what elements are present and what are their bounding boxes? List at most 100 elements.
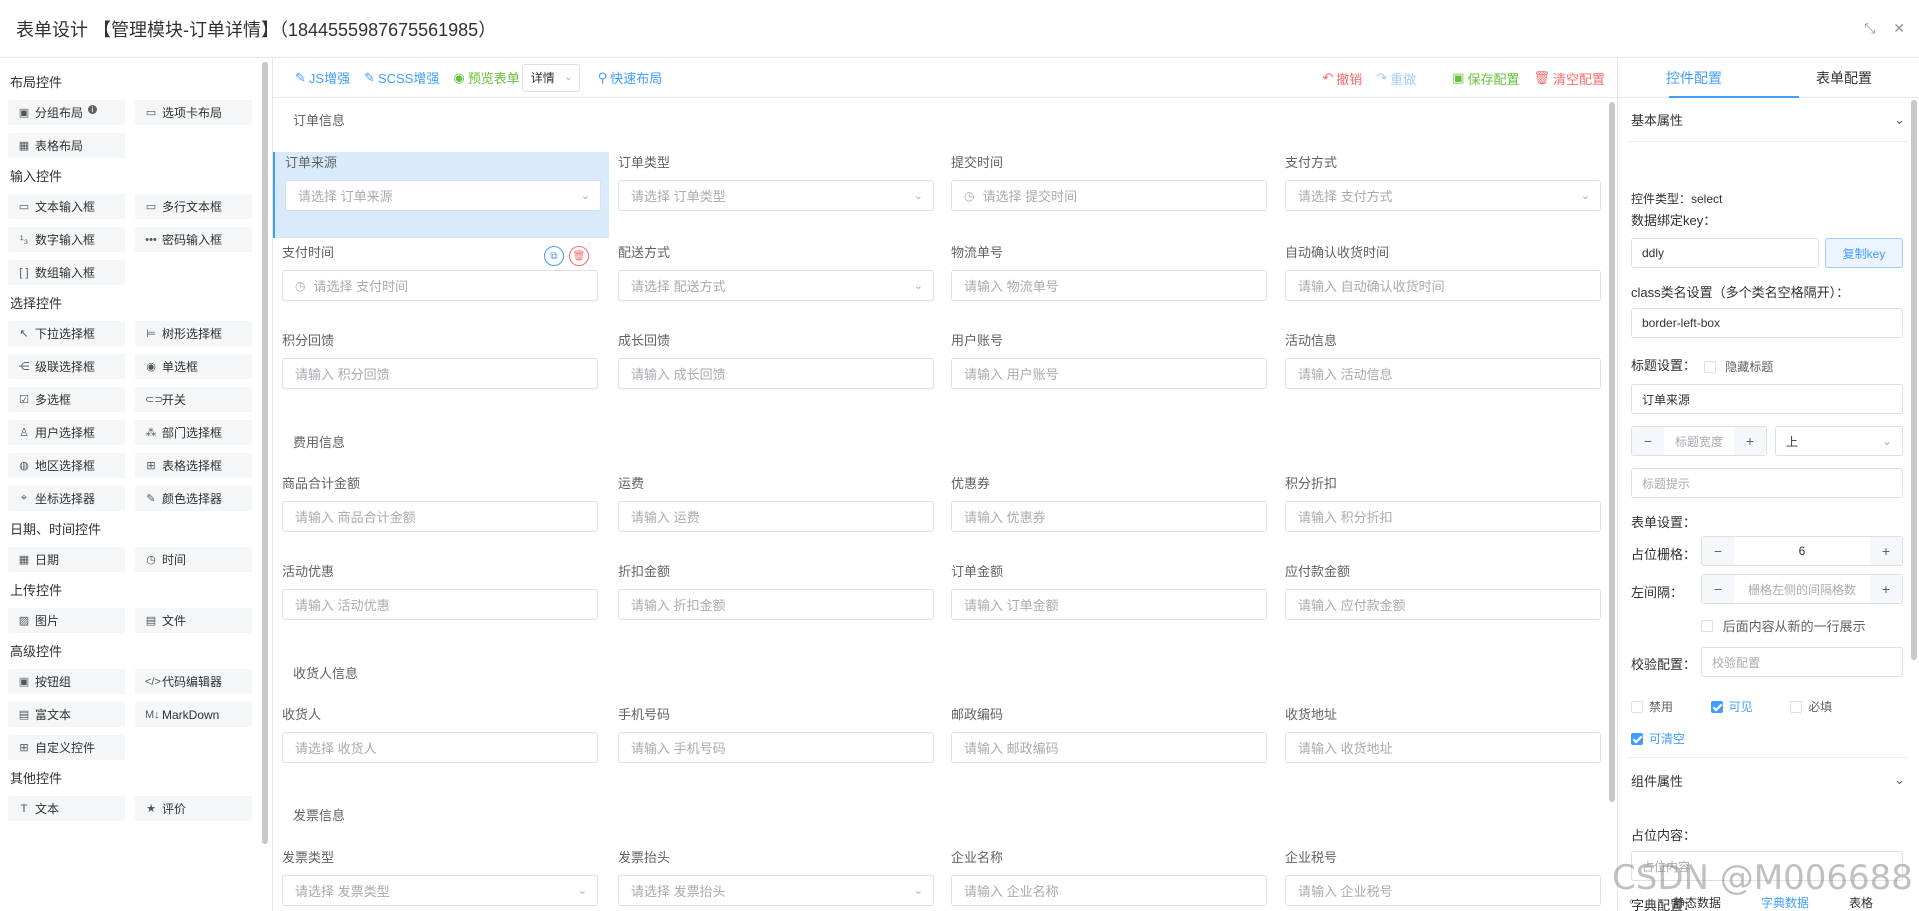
activity-info-input[interactable]: 请输入 活动信息 [1285, 358, 1601, 389]
palette-item-time[interactable]: ◷ 时间 [135, 547, 252, 572]
palette-item-rate[interactable]: ★ 评价 [135, 796, 252, 821]
palette-item-group-layout[interactable]: ▣ 分组布局 i [8, 100, 125, 125]
phone-input[interactable]: 请输入 手机号码 [618, 732, 934, 763]
scss-enhance-button[interactable]: ✎ SCSS增强 [364, 68, 439, 87]
tab-form-config[interactable]: 表单配置 [1769, 58, 1919, 97]
close-icon[interactable]: ✕ [1893, 20, 1905, 37]
palette-item-textarea[interactable]: ▭ 多行文本框 [135, 194, 252, 219]
palette-item-code-editor[interactable]: </> 代码编辑器 [135, 669, 252, 694]
palette-item-color-picker[interactable]: ✎ 颜色选择器 [135, 486, 252, 511]
pay-method-select[interactable]: 请选择 支付方式 ⌄ [1285, 180, 1601, 211]
tab-control-config[interactable]: 控件配置 [1619, 58, 1769, 97]
palette-item-text-input[interactable]: ▭ 文本输入框 [8, 194, 125, 219]
title-tip-input[interactable]: 标题提示 [1631, 468, 1903, 498]
pay-time-picker[interactable]: ◷ 请选择 支付时间 [282, 270, 598, 301]
collapse-icon[interactable]: ⤡ [1864, 20, 1875, 37]
palette-item-tree-select[interactable]: ⊨ 树形选择框 [135, 321, 252, 346]
redo-button[interactable]: ↷ 重做 [1376, 69, 1416, 88]
basic-props-header[interactable]: 基本属性 ⌄ [1629, 98, 1909, 142]
points-discount-input[interactable]: 请输入 积分折扣 [1285, 501, 1601, 532]
js-enhance-button[interactable]: ✎ JS增强 [295, 68, 350, 87]
palette-item-region-select[interactable]: ◍ 地区选择框 [8, 453, 125, 478]
palette-item-switch[interactable]: ⊂⊃ 开关 [135, 387, 252, 412]
auto-confirm-input[interactable]: 请输入 自动确认收货时间 [1285, 270, 1601, 301]
palette-item-tab-layout[interactable]: ▭ 选项卡布局 [135, 100, 252, 125]
title-width-stepper[interactable]: − 标题宽度 + [1631, 426, 1767, 456]
newline-checkbox[interactable] [1701, 619, 1713, 632]
component-props-header[interactable]: 组件属性 ⌄ [1629, 758, 1905, 802]
minus-icon[interactable]: − [1632, 427, 1664, 455]
bind-key-input[interactable]: ddly [1631, 238, 1819, 268]
user-account-input[interactable]: 请输入 用户账号 [951, 358, 1267, 389]
palette-item-select[interactable]: ↖ 下拉选择框 [8, 321, 125, 346]
property-panel: 控件配置 表单配置 基本属性 ⌄ 控件类型：select 数据绑定key： dd… [1619, 58, 1919, 911]
palette-item-dept-select[interactable]: ⁂ 部门选择框 [135, 420, 252, 445]
disabled-checkbox[interactable] [1631, 700, 1643, 713]
span-stepper[interactable]: − 6 + [1701, 536, 1903, 566]
invoice-type-select[interactable]: 请选择 发票类型 ⌄ [282, 875, 598, 906]
palette-item-date[interactable]: ▦ 日期 [8, 547, 125, 572]
title-position-select[interactable]: 上 ⌄ [1775, 426, 1903, 456]
palette-item-text[interactable]: T 文本 [8, 796, 125, 821]
goods-total-input[interactable]: 请输入 商品合计金额 [282, 501, 598, 532]
palette-item-cascader[interactable]: ⋲ 级联选择框 [8, 354, 125, 379]
palette-item-number-input[interactable]: ¹₃ 数字输入框 [8, 227, 125, 252]
canvas-scrollbar[interactable] [1609, 102, 1615, 802]
order-amount-input[interactable]: 请输入 订单金额 [951, 589, 1267, 620]
minus-icon[interactable]: − [1702, 537, 1734, 565]
palette-item-custom[interactable]: ⊞ 自定义控件 [8, 735, 125, 760]
palette-item-user-select[interactable]: ♙ 用户选择框 [8, 420, 125, 445]
growth-reward-input[interactable]: 请输入 成长回馈 [618, 358, 934, 389]
preview-mode-select[interactable]: 详情 ⌄ [521, 63, 580, 92]
tracking-no-input[interactable]: 请输入 物流单号 [951, 270, 1267, 301]
company-name-input[interactable]: 请输入 企业名称 [951, 875, 1267, 906]
submit-time-picker[interactable]: ◷ 请选择 提交时间 [951, 180, 1267, 211]
palette-item-coord-picker[interactable]: ⌖ 坐标选择器 [8, 486, 125, 511]
coupon-input[interactable]: 请输入 优惠券 [951, 501, 1267, 532]
validate-input[interactable]: 校验配置 [1701, 647, 1903, 677]
palette-item-file[interactable]: ▤ 文件 [135, 608, 252, 633]
quick-layout-button[interactable]: ⚲ 快速布局 [598, 68, 663, 87]
required-checkbox[interactable] [1790, 700, 1803, 713]
palette-item-radio[interactable]: ◉ 单选框 [135, 354, 252, 379]
points-reward-input[interactable]: 请输入 积分回馈 [282, 358, 598, 389]
palette-item-table-select[interactable]: ⊞ 表格选择框 [135, 453, 252, 478]
save-config-button[interactable]: ▣ 保存配置 [1452, 69, 1519, 88]
palette-item-checkbox[interactable]: ☑ 多选框 [8, 387, 125, 412]
clearable-checkbox[interactable] [1631, 732, 1643, 745]
panel-scrollbar[interactable] [1911, 100, 1917, 660]
hide-title-checkbox[interactable] [1703, 360, 1716, 373]
order-type-select[interactable]: 请选择 订单类型 ⌄ [618, 180, 934, 211]
address-input[interactable]: 请输入 收货地址 [1285, 732, 1601, 763]
clear-config-button[interactable]: 🗑 清空配置 [1533, 69, 1605, 88]
palette-item-button-group[interactable]: ▣ 按钮组 [8, 669, 125, 694]
palette-item-image[interactable]: ▨ 图片 [8, 608, 125, 633]
plus-icon[interactable]: + [1870, 575, 1902, 603]
order-source-select[interactable]: 请选择 订单来源 ⌄ [285, 180, 601, 211]
palette-item-markdown[interactable]: M↓ MarkDown [135, 702, 252, 727]
copy-key-button[interactable]: 复制key [1825, 238, 1903, 268]
freight-input[interactable]: 请输入 运费 [618, 501, 934, 532]
title-input[interactable]: 订单来源 [1631, 384, 1903, 414]
payable-amount-input[interactable]: 请输入 应付款金额 [1285, 589, 1601, 620]
plus-icon[interactable]: + [1734, 427, 1766, 455]
visible-checkbox[interactable] [1710, 700, 1723, 713]
activity-discount-input[interactable]: 请输入 活动优惠 [282, 589, 598, 620]
palette-item-password-input[interactable]: ••• 密码输入框 [135, 227, 252, 252]
receiver-input[interactable]: 请选择 收货人 [282, 732, 598, 763]
tax-no-input[interactable]: 请输入 企业税号 [1285, 875, 1601, 906]
class-input[interactable]: border-left-box [1631, 308, 1903, 338]
offset-stepper[interactable]: − 栅格左侧的间隔格数 + [1701, 574, 1903, 604]
palette-scrollbar[interactable] [262, 62, 268, 844]
preview-form-button[interactable]: ◉ 预览表单 [453, 68, 519, 87]
minus-icon[interactable]: − [1702, 575, 1734, 603]
palette-item-rich-text[interactable]: ▤ 富文本 [8, 702, 125, 727]
invoice-header-select[interactable]: 请选择 发票抬头 ⌄ [618, 875, 934, 906]
palette-item-array-input[interactable]: [ ] 数组输入框 [8, 260, 125, 285]
delivery-method-select[interactable]: 请选择 配送方式 ⌄ [618, 270, 934, 301]
plus-icon[interactable]: + [1870, 537, 1902, 565]
discount-amount-input[interactable]: 请输入 折扣金额 [618, 589, 934, 620]
postcode-input[interactable]: 请输入 邮政编码 [951, 732, 1267, 763]
undo-button[interactable]: ↶ 撤销 [1322, 69, 1362, 88]
palette-item-table-layout[interactable]: ▦ 表格布局 [8, 133, 125, 158]
